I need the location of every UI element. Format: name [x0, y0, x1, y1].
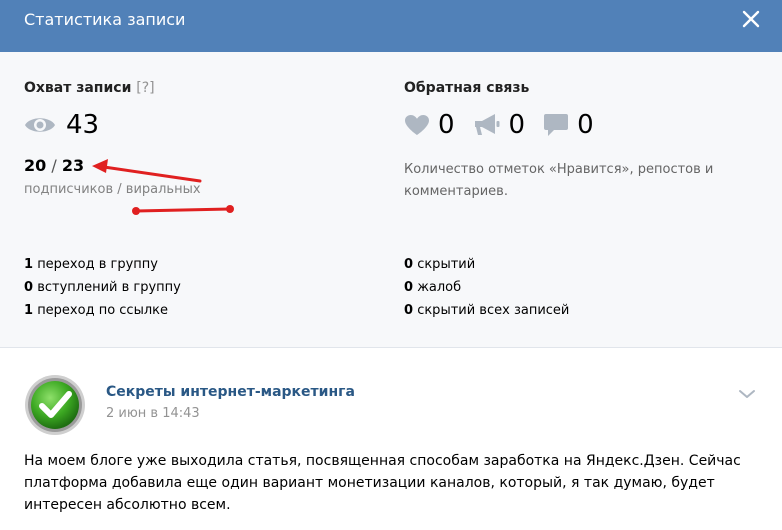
modal-header: Статистика записи [0, 0, 782, 52]
list-item: 1 переход в группу [24, 257, 158, 272]
list-item: 1 переход по ссылке [24, 303, 169, 318]
list-item: 0 скрытий всех записей [404, 303, 570, 318]
list-item: 0 жалоб [404, 280, 462, 295]
feedback-row: 0 0 0 [404, 110, 612, 140]
post-date[interactable]: 2 июн в 14:43 [106, 406, 200, 421]
views-count: 43 [66, 110, 100, 140]
modal-title: Статистика записи [24, 10, 186, 29]
post-author-link[interactable]: Секреты интернет-маркетинга [106, 384, 355, 400]
negative-list: 0 скрытий 0 жалоб 0 скрытий всех записей [404, 253, 569, 322]
heart-icon [405, 115, 429, 135]
chevron-down-icon[interactable] [737, 384, 757, 404]
reach-section-title: Охват записи [?] [24, 80, 155, 96]
list-item: 0 скрытий [404, 257, 476, 272]
feedback-section-title: Обратная связь [404, 80, 530, 96]
feedback-caption: Количество отметок «Нравится», репостов … [404, 162, 714, 199]
likes-item: 0 [404, 110, 455, 140]
comment-icon [544, 114, 569, 136]
subscribers-caption: подписчиков / виральных [24, 182, 201, 197]
eye-icon [25, 118, 55, 132]
reposts-count: 0 [508, 110, 526, 140]
stats-panel: Охват записи [?] 43 20 / 23 подписчиков … [0, 52, 782, 348]
reach-title-text: Охват записи [24, 80, 132, 96]
megaphone-icon [474, 114, 500, 135]
views-row: 43 [24, 110, 99, 140]
actions-list: 1 переход в группу 0 вступлений в группу… [24, 253, 181, 322]
likes-count: 0 [438, 110, 455, 140]
post-text: На моем блоге уже выходила статья, посвя… [24, 453, 741, 513]
help-link[interactable]: [?] [136, 80, 154, 96]
avatar[interactable] [24, 374, 86, 436]
close-icon[interactable] [740, 8, 762, 30]
comments-item: 0 [543, 110, 594, 140]
comments-count: 0 [577, 110, 594, 140]
subscribers-count: 20 [24, 156, 47, 175]
reposts-item: 0 [473, 110, 526, 140]
viral-count: 23 [61, 156, 85, 175]
list-item: 0 вступлений в группу [24, 280, 181, 295]
subscribers-viral: 20 / 23 [24, 156, 85, 175]
